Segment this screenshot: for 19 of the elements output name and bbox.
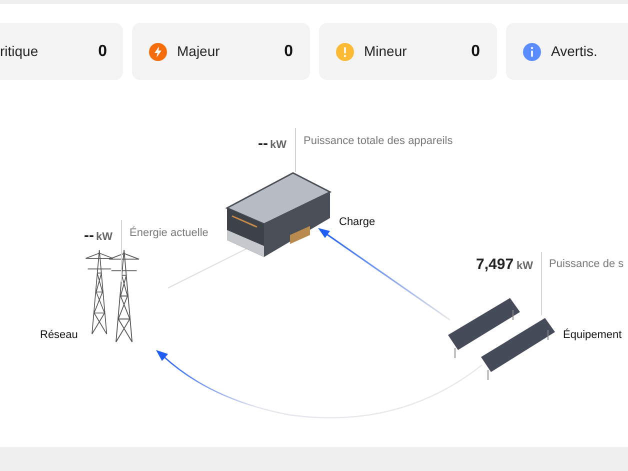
alarm-label: Majeur	[177, 42, 220, 61]
power-caption: Puissance totale des appareils	[304, 134, 454, 147]
alarm-label: ritique	[0, 42, 38, 61]
alarm-count: 0	[98, 42, 107, 62]
power-value: --	[258, 136, 268, 151]
power-unit: kW	[96, 232, 112, 243]
power-value: --	[84, 228, 94, 243]
power-caption: Puissance de s	[549, 257, 624, 270]
node-label: Charge	[339, 215, 376, 230]
power-caption: Énergie actuelle	[130, 226, 210, 239]
node-label: Équipement	[563, 328, 622, 343]
node-label: Réseau	[40, 328, 78, 343]
alarm-count: 0	[471, 42, 480, 62]
power-unit: kW	[516, 261, 534, 272]
alarm-count: 0	[284, 42, 293, 62]
alarm-label: Mineur	[364, 42, 407, 61]
power-unit: kW	[270, 140, 286, 151]
alarm-label: Avertis.	[551, 42, 598, 61]
power-value: 7,497	[476, 257, 514, 272]
